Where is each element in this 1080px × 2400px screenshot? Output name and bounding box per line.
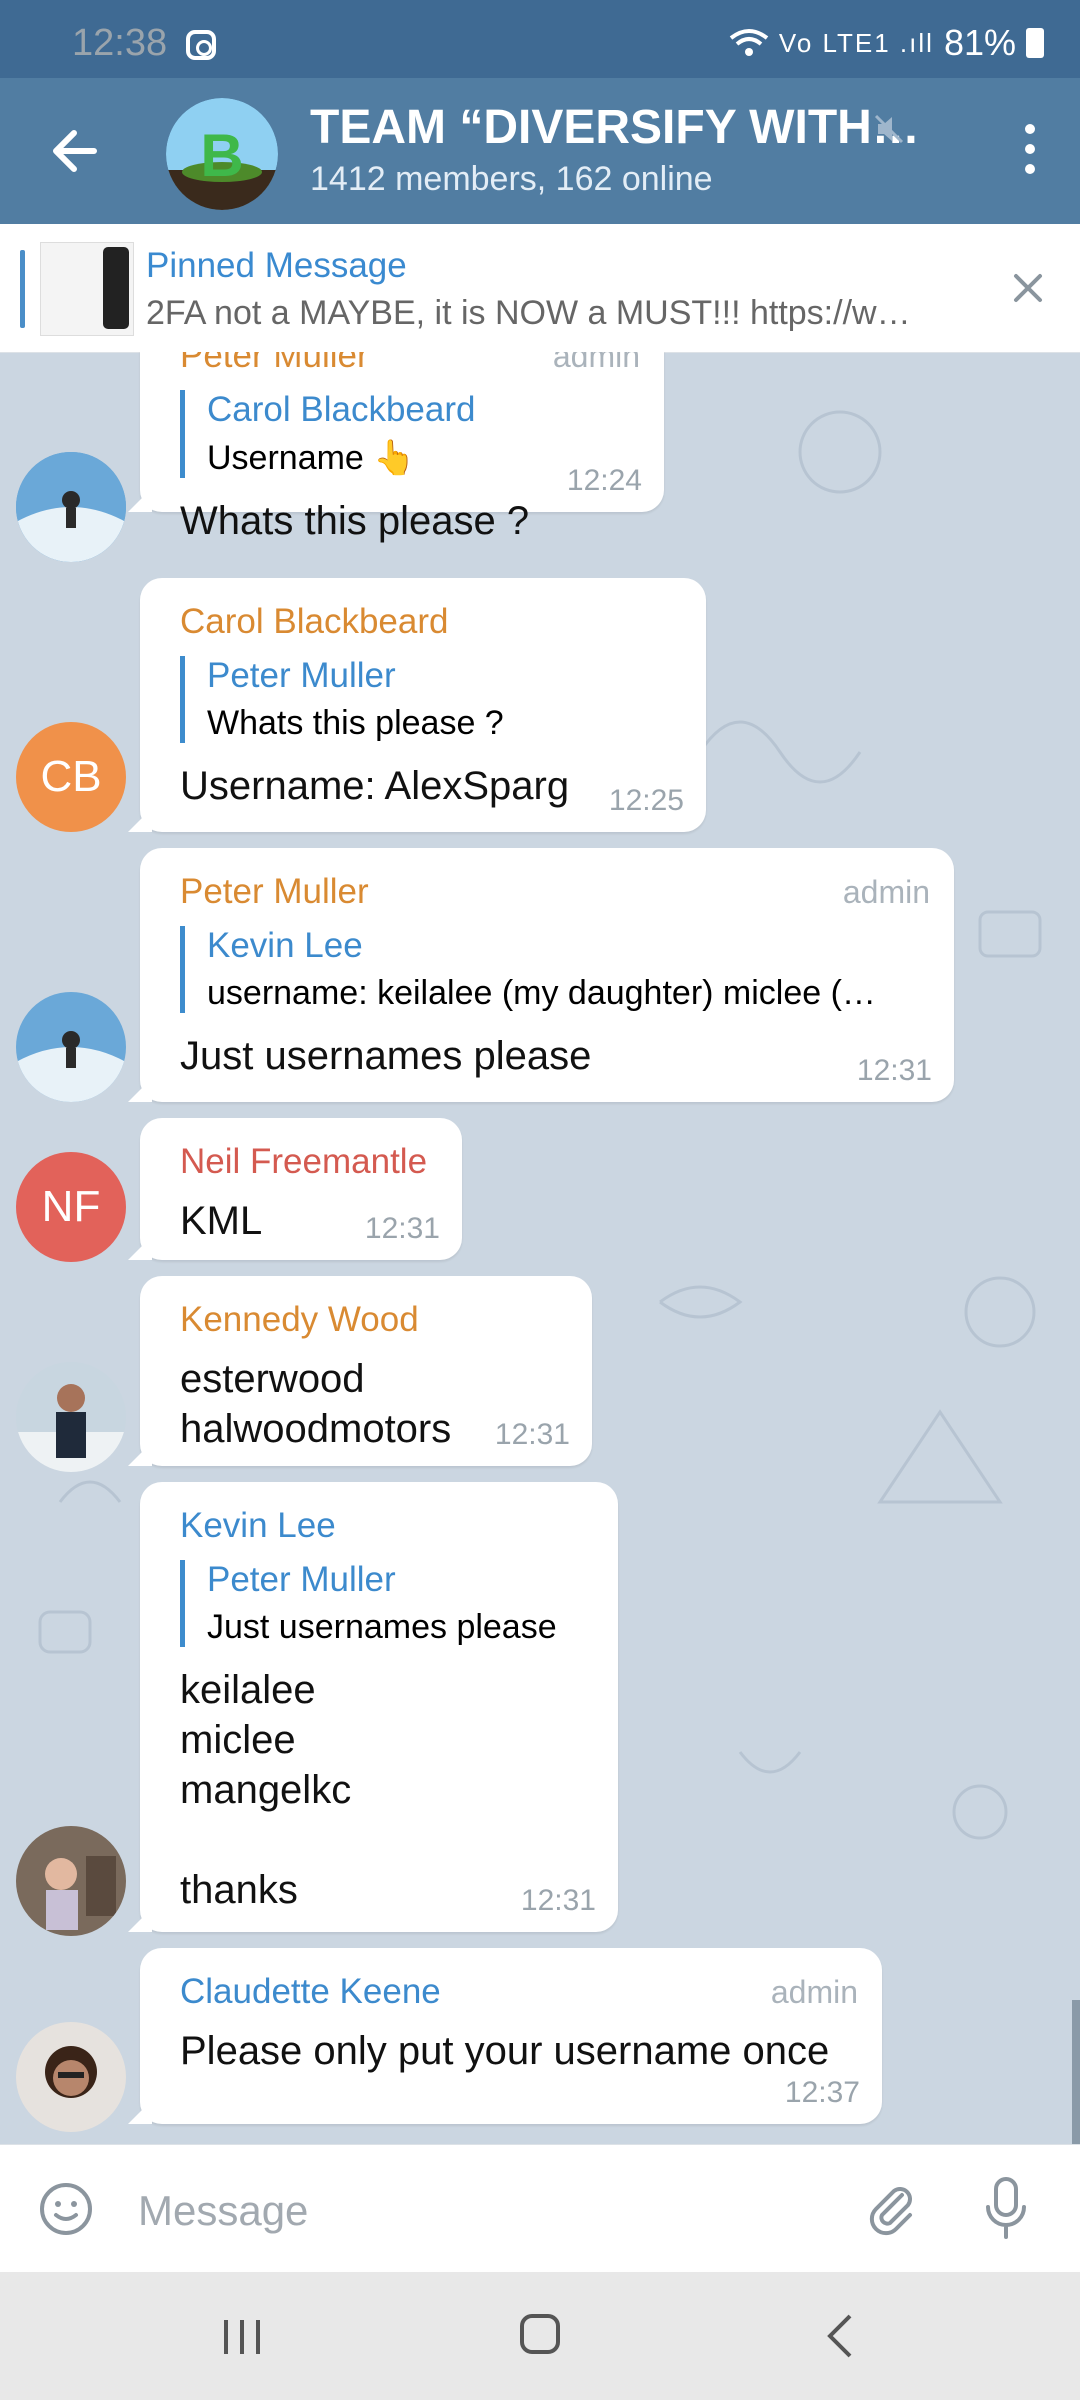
reply-text: username: keilalee (my daughter) miclee … [207,974,876,1012]
message-bubble[interactable]: Peter Muller admin Carol Blackbeard User… [128,352,664,543]
avatar-claudette-keene[interactable] [16,2022,126,2132]
reply-sender: Peter Muller [207,656,396,695]
recent-apps-icon[interactable] [220,2318,264,2356]
battery-percent: 81% [943,22,1016,63]
reply-text: Whats this please ? [207,704,504,742]
message-time: 12:31 [494,1418,570,1451]
avatar-peter-muller[interactable] [16,992,126,1102]
emoji-icon[interactable] [38,2181,94,2237]
message-time: 12:31 [364,1212,440,1245]
reply-sender: Kevin Lee [207,926,363,965]
reply-quote[interactable]: Peter Muller Whats this please ? [180,656,678,743]
message-time: 12:24 [566,464,642,497]
chat-header: B TEAM “DIVERSIFY WITH… 1412 members, 16… [0,78,1080,224]
message-time: 12:31 [520,1884,596,1917]
avatar-initials: CB [40,752,102,801]
chat-subtitle: 1412 members, 162 online [310,160,713,198]
system-nav-bar [0,2272,1080,2400]
reply-text: Just usernames please [207,1608,557,1646]
status-right: Vo LTE1 .ıll 81% [729,22,1044,64]
svg-text:B: B [200,122,243,189]
group-avatar[interactable]: B [166,98,278,210]
message-sender: Kennedy Wood [180,1300,419,1339]
close-icon[interactable] [1006,266,1050,310]
message-sender: Kevin Lee [180,1506,336,1545]
message-bubble[interactable]: Carol Blackbeard Peter Muller Whats this… [128,578,706,832]
message-sender: Peter Muller [180,872,369,911]
message-bubble[interactable]: Kevin Lee Peter Muller Just usernames pl… [128,1482,618,1932]
back-nav-icon[interactable] [820,2312,860,2360]
message-time: 12:25 [608,784,684,817]
message-time: 12:37 [784,2076,860,2109]
avatar-kevin-lee[interactable] [16,1826,126,1936]
pinned-label: Pinned Message [146,246,407,285]
message-text: Just usernames please [180,1034,592,1078]
home-icon[interactable] [520,2314,560,2354]
reply-sender: Carol Blackbeard [207,390,476,429]
admin-badge: admin [552,352,640,374]
message-text: Username: AlexSparg [180,764,570,808]
message-bubble[interactable]: Peter Muller admin Kevin Lee username: k… [128,848,954,1102]
wifi-icon [729,29,769,56]
scrollbar[interactable] [1072,2000,1080,2144]
more-menu-icon[interactable] [1020,118,1040,188]
back-arrow-icon[interactable] [40,116,110,186]
pinned-text: 2FA not a MAYBE, it is NOW a MUST!!! htt… [146,294,911,332]
message-sender: Carol Blackbeard [180,602,449,641]
avatar-neil-freemantle[interactable]: NF [16,1152,126,1262]
message-text: Whats this please ? [180,499,530,543]
admin-badge: admin [842,874,930,910]
message-bubble[interactable]: Claudette Keene admin Please only put yo… [128,1948,882,2124]
pinned-accent-bar [20,250,25,328]
pinned-message[interactable]: Pinned Message 2FA not a MAYBE, it is NO… [0,224,1080,353]
reply-sender: Peter Muller [207,1560,396,1599]
message-sender: Neil Freemantle [180,1142,428,1181]
status-bar: 12:38 Vo LTE1 .ıll 81% [0,0,1080,78]
message-bubble[interactable]: Neil Freemantle KML 12:31 [128,1118,462,1260]
chat-title[interactable]: TEAM “DIVERSIFY WITH… [310,100,920,155]
attach-icon[interactable] [862,2177,922,2237]
signal-indicator: Vo LTE1 .ıll [778,27,934,58]
message-bubble[interactable]: Kennedy Wood esterwood halwoodmotors 12:… [128,1276,592,1466]
message-composer: Message [0,2144,1080,2273]
microphone-icon[interactable] [984,2175,1028,2241]
message-text: keilalee miclee mangelkc thanks [180,1668,352,1912]
avatar-carol-blackbeard[interactable]: CB [16,722,126,832]
pinned-thumbnail [40,242,134,336]
message-time: 12:31 [856,1054,932,1087]
muted-icon [874,114,904,144]
message-sender: Claudette Keene [180,1972,441,2011]
battery-icon [1026,28,1044,58]
admin-badge: admin [770,1974,858,2010]
message-list[interactable]: Peter Muller admin Carol Blackbeard User… [0,352,1080,2144]
message-input[interactable]: Message [138,2187,308,2235]
avatar-kennedy-wood[interactable] [16,1362,126,1472]
instagram-notification-icon [186,30,216,60]
message-text: Please only put your username once [180,2029,830,2073]
avatar-initials: NF [41,1182,101,1231]
reply-quote[interactable]: Peter Muller Just usernames please [180,1560,590,1647]
avatar-peter-muller[interactable] [16,452,126,562]
reply-quote[interactable]: Kevin Lee username: keilalee (my daughte… [180,926,926,1013]
